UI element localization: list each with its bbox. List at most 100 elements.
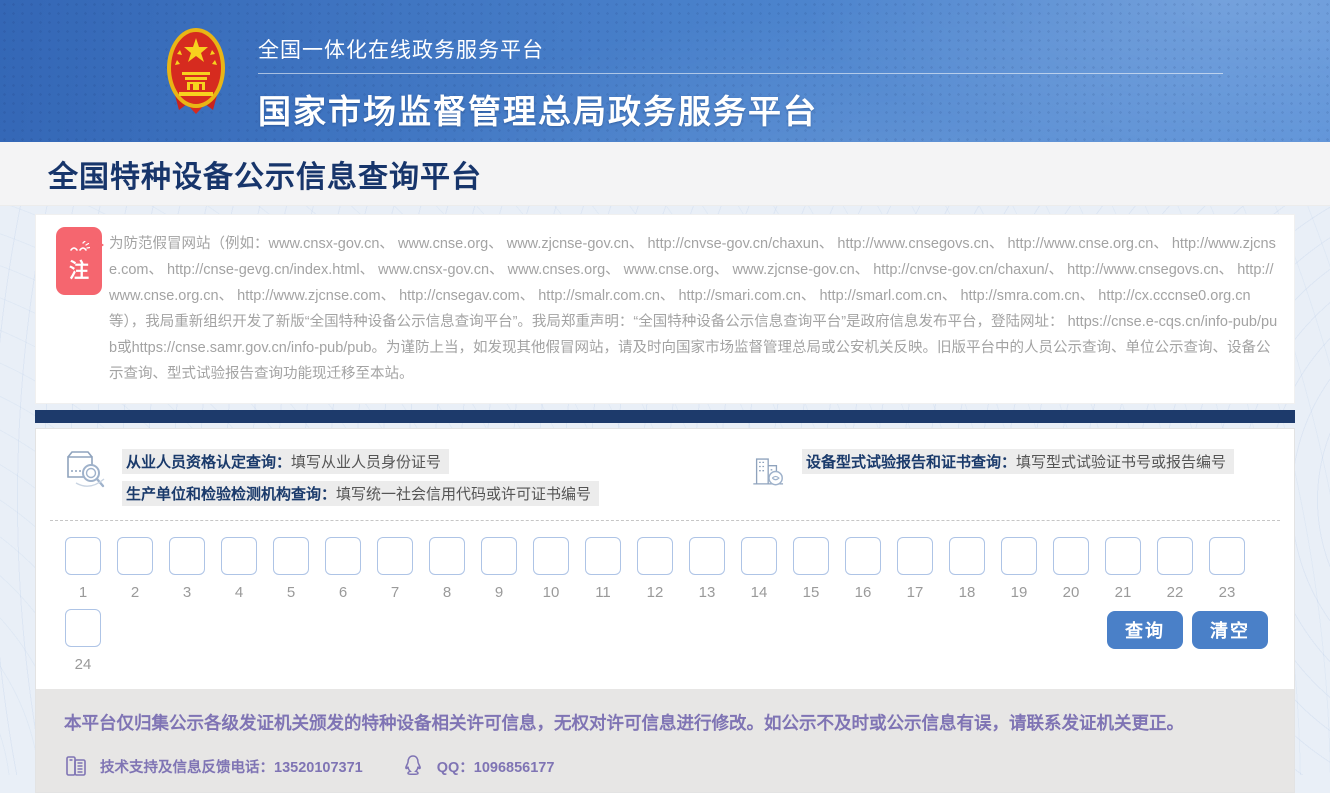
code-cell-17: 17 — [896, 537, 934, 601]
unit-query-hint: 填写统一社会信用代码或许可证书编号 — [336, 486, 591, 503]
code-cell-23: 23 — [1208, 537, 1246, 601]
code-cell-24: 24 — [64, 609, 102, 673]
code-cell-19: 19 — [1000, 537, 1038, 601]
code-box-1[interactable] — [65, 537, 101, 575]
navy-divider-bar — [35, 410, 1295, 423]
code-box-23[interactable] — [1209, 537, 1245, 575]
code-cell-2: 2 — [116, 537, 154, 601]
unit-query-label: 生产单位和检验检测机构查询： — [126, 486, 336, 503]
code-box-number: 24 — [75, 656, 92, 673]
fax-phone-icon — [64, 754, 88, 778]
code-box-2[interactable] — [117, 537, 153, 575]
code-box-17[interactable] — [897, 537, 933, 575]
person-query-row: 从业人员资格认定查询：填写从业人员身份证号 — [122, 449, 449, 474]
code-cell-4: 4 — [220, 537, 258, 601]
code-box-11[interactable] — [585, 537, 621, 575]
code-box-number: 8 — [443, 584, 451, 601]
code-cell-8: 8 — [428, 537, 466, 601]
code-box-7[interactable] — [377, 537, 413, 575]
person-query-label: 从业人员资格认定查询： — [126, 454, 291, 471]
code-cell-11: 11 — [584, 537, 622, 601]
code-cell-7: 7 — [376, 537, 414, 601]
national-platform-label: 全国一体化在线政务服务平台 — [258, 34, 1223, 74]
code-box-9[interactable] — [481, 537, 517, 575]
code-box-15[interactable] — [793, 537, 829, 575]
code-box-number: 4 — [235, 584, 243, 601]
code-cell-5: 5 — [272, 537, 310, 601]
code-box-number: 14 — [751, 584, 768, 601]
code-box-number: 21 — [1115, 584, 1132, 601]
code-box-19[interactable] — [1001, 537, 1037, 575]
code-box-number: 17 — [907, 584, 924, 601]
code-box-number: 16 — [855, 584, 872, 601]
site-title: 国家市场监督管理总局政务服务平台 — [258, 85, 1223, 133]
code-box-8[interactable] — [429, 537, 465, 575]
clear-button[interactable]: 清空 — [1192, 611, 1268, 649]
code-cell-12: 12 — [636, 537, 674, 601]
code-box-18[interactable] — [949, 537, 985, 575]
code-box-number: 13 — [699, 584, 716, 601]
code-cell-3: 3 — [168, 537, 206, 601]
code-box-12[interactable] — [637, 537, 673, 575]
code-box-number: 22 — [1167, 584, 1184, 601]
site-header: 全国一体化在线政务服务平台 国家市场监督管理总局政务服务平台 — [0, 0, 1330, 142]
code-cell-21: 21 — [1104, 537, 1142, 601]
type-test-query-label: 设备型式试验报告和证书查询： — [806, 454, 1016, 471]
code-box-24[interactable] — [65, 609, 101, 647]
code-box-21[interactable] — [1105, 537, 1141, 575]
code-box-5[interactable] — [273, 537, 309, 575]
code-row-1: 1234567891011121314151617181920212223 — [64, 537, 1246, 601]
notice-badge-label: 注 — [69, 261, 89, 281]
type-test-query-group: 设备型式试验报告和证书查询：填写型式试验证书号或报告编号 — [750, 447, 1234, 506]
code-box-number: 6 — [339, 584, 347, 601]
code-cell-1: 1 — [64, 537, 102, 601]
query-button[interactable]: 查询 — [1107, 611, 1183, 649]
code-box-number: 10 — [543, 584, 560, 601]
code-box-number: 1 — [79, 584, 87, 601]
code-box-number: 5 — [287, 584, 295, 601]
code-cell-13: 13 — [688, 537, 726, 601]
code-box-4[interactable] — [221, 537, 257, 575]
phone-contact: 技术支持及信息反馈电话：13520107371 — [64, 754, 363, 778]
code-cell-14: 14 — [740, 537, 778, 601]
code-box-16[interactable] — [845, 537, 881, 575]
code-box-number: 15 — [803, 584, 820, 601]
person-unit-query-group: 从业人员资格认定查询：填写从业人员身份证号 生产单位和检验检测机构查询：填写统一… — [62, 447, 599, 506]
footer-section: 本平台仅归集公示各级发证机关颁发的特种设备相关许可信息，无权对许可信息进行修改。… — [36, 689, 1294, 792]
code-box-13[interactable] — [689, 537, 725, 575]
code-row-2: 24 查询 清空 — [64, 609, 1268, 673]
code-box-number: 2 — [131, 584, 139, 601]
code-box-number: 3 — [183, 584, 191, 601]
code-cell-10: 10 — [532, 537, 570, 601]
code-cell-16: 16 — [844, 537, 882, 601]
code-box-10[interactable] — [533, 537, 569, 575]
code-box-20[interactable] — [1053, 537, 1089, 575]
code-box-6[interactable] — [325, 537, 361, 575]
person-query-hint: 填写从业人员身份证号 — [291, 454, 441, 471]
page-title-band: 全国特种设备公示信息查询平台 — [0, 142, 1330, 206]
code-box-14[interactable] — [741, 537, 777, 575]
type-test-query-hint: 填写型式试验证书号或报告编号 — [1016, 454, 1226, 471]
code-box-number: 19 — [1011, 584, 1028, 601]
code-input-grid: 1234567891011121314151617181920212223 24… — [36, 521, 1294, 673]
code-cell-22: 22 — [1156, 537, 1194, 601]
page-title: 全国特种设备公示信息查询平台 — [48, 152, 482, 196]
code-box-number: 11 — [595, 584, 611, 601]
unit-query-row: 生产单位和检验检测机构查询：填写统一社会信用代码或许可证书编号 — [122, 481, 599, 506]
code-cell-9: 9 — [480, 537, 518, 601]
query-card: 从业人员资格认定查询：填写从业人员身份证号 生产单位和检验检测机构查询：填写统一… — [35, 428, 1295, 793]
code-box-number: 18 — [959, 584, 976, 601]
code-box-number: 7 — [391, 584, 399, 601]
qq-text: QQ：1096856177 — [437, 756, 555, 777]
disclaimer-text: 本平台仅归集公示各级发证机关颁发的特种设备相关许可信息，无权对许可信息进行修改。… — [64, 709, 1259, 738]
code-box-22[interactable] — [1157, 537, 1193, 575]
notice-text: 为防范假冒网站（例如：www.cnsx-gov.cn、 www.cnse.org… — [109, 231, 1278, 387]
building-search-icon — [750, 447, 788, 491]
code-box-3[interactable] — [169, 537, 205, 575]
qq-contact: QQ：1096856177 — [401, 754, 555, 778]
code-cell-6: 6 — [324, 537, 362, 601]
phone-text: 技术支持及信息反馈电话：13520107371 — [100, 756, 363, 777]
qq-penguin-icon — [401, 754, 425, 778]
national-emblem-icon — [165, 26, 227, 118]
code-box-number: 23 — [1219, 584, 1236, 601]
